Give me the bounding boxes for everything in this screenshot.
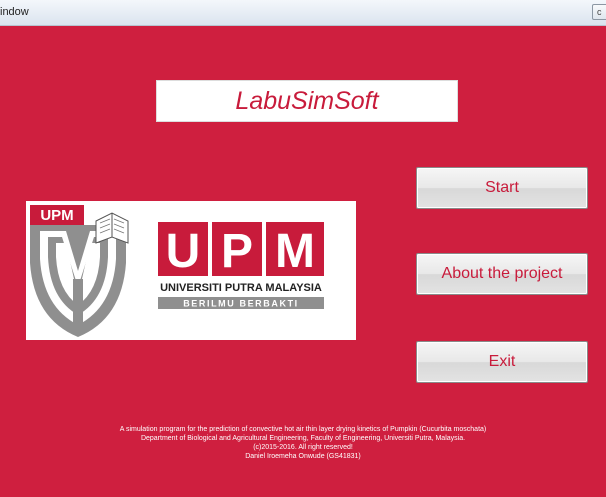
about-project-button[interactable]: About the project (416, 253, 588, 295)
upm-logo-panel: UPM U P M UNIVERSITI PUTRA MALAYSIA BERI… (26, 201, 356, 340)
logo-university-name: UNIVERSITI PUTRA MALAYSIA (160, 282, 322, 294)
window-titlebar[interactable]: indow c (0, 0, 606, 26)
logo-letter-p: P (221, 225, 253, 278)
logo-letter-u: U (166, 225, 201, 278)
footer-line-copyright: (c)2015-2016. All right reserved! (253, 444, 353, 451)
start-button[interactable]: Start (416, 167, 588, 209)
exit-button[interactable]: Exit (416, 341, 588, 383)
footer-credits: A simulation program for the prediction … (0, 425, 606, 461)
upm-logo: UPM U P M UNIVERSITI PUTRA MALAYSIA BERI… (30, 205, 324, 337)
footer-line-author: Daniel Iroemeha Onwude (GS41831) (245, 453, 361, 460)
logo-motto: BERILMU BERBAKTI (183, 299, 299, 309)
footer-line-department: Department of Biological and Agricultura… (140, 435, 466, 442)
window-title: indow (0, 6, 29, 18)
logo-letter-m: M (275, 225, 315, 278)
app-title-box: LabuSimSoft (156, 80, 458, 122)
footer-line-description: A simulation program for the prediction … (119, 426, 487, 433)
main-window: indow c LabuSimSoft UPM U P M UNIVERSITI… (0, 0, 606, 497)
logo-crest-stem (73, 279, 83, 329)
logo-badge-text: UPM (40, 207, 73, 224)
window-control-button[interactable]: c (592, 4, 606, 20)
